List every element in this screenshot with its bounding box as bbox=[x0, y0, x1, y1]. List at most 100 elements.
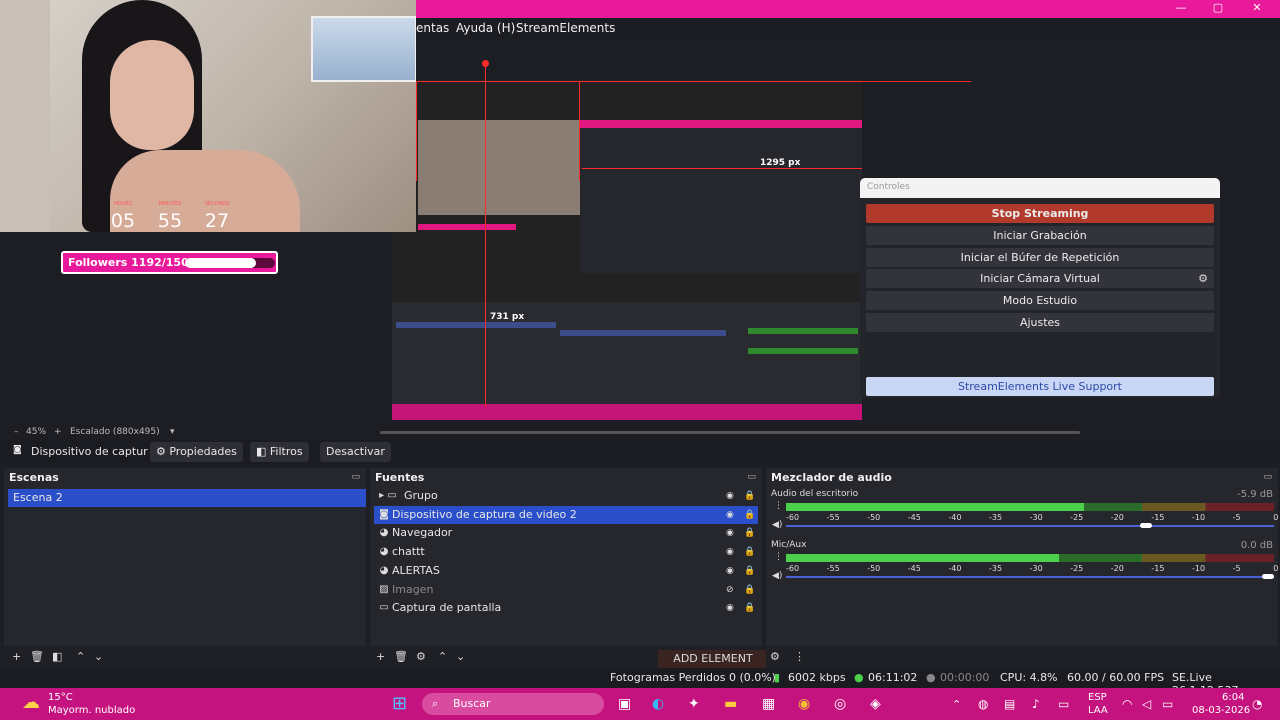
menu-help[interactable]: Ayuda (H) bbox=[456, 21, 515, 35]
db-scale-tick: -40 bbox=[948, 513, 962, 522]
zoom-in-icon[interactable]: + bbox=[54, 427, 62, 437]
tray-display-icon[interactable]: ▭ bbox=[1058, 697, 1069, 711]
clock-date[interactable]: 08-03-2026 bbox=[1192, 705, 1250, 716]
dock-menu-icon[interactable]: ▭ bbox=[1263, 472, 1272, 482]
source-toolbar: ◙ Dispositivo de captur ⚙ Propiedades ◧ … bbox=[0, 440, 1280, 464]
steam-icon[interactable]: ◈ bbox=[870, 696, 881, 712]
obs-icon[interactable]: ◎ bbox=[834, 696, 846, 712]
close-button[interactable]: ✕ bbox=[1247, 1, 1267, 14]
volume-icon[interactable]: ◁ bbox=[1142, 697, 1151, 711]
battery-icon[interactable]: ▭ bbox=[1162, 697, 1173, 711]
lock-icon[interactable]: 🔒 bbox=[744, 581, 755, 599]
chrome-icon[interactable]: ◉ bbox=[798, 696, 810, 712]
channel-menu-icon[interactable]: ⋮ bbox=[774, 501, 783, 511]
remove-scene-icon[interactable]: 🗑 bbox=[30, 650, 44, 663]
source-item[interactable]: ▨ Imagen ⊘ 🔒 bbox=[374, 581, 758, 599]
mixer-menu-icon[interactable]: ⋮ bbox=[794, 650, 805, 663]
lock-icon[interactable]: 🔒 bbox=[744, 487, 755, 505]
microphone-icon[interactable]: ♪ bbox=[1032, 697, 1040, 711]
source-item[interactable]: ◕ ALERTAS ◉ 🔒 bbox=[374, 562, 758, 580]
speaker-icon[interactable]: ◀) bbox=[772, 571, 782, 581]
dock-menu-icon[interactable]: ▭ bbox=[351, 472, 360, 482]
stop-streaming-button[interactable]: Stop Streaming bbox=[866, 204, 1214, 223]
eye-icon[interactable]: ◉ bbox=[726, 487, 734, 505]
db-scale-tick: -30 bbox=[1029, 513, 1043, 522]
channel-menu-icon[interactable]: ⋮ bbox=[774, 552, 783, 562]
mixer-title: Mezclador de audio bbox=[771, 471, 892, 484]
volume-slider-knob[interactable] bbox=[1140, 523, 1152, 528]
lock-icon[interactable]: 🔒 bbox=[744, 524, 755, 542]
lock-icon[interactable]: 🔒 bbox=[744, 562, 755, 580]
tray-app-icon[interactable]: ◍ bbox=[978, 697, 988, 711]
start-icon[interactable]: ⊞ bbox=[392, 693, 407, 714]
copilot-icon[interactable]: ✦ bbox=[688, 696, 700, 712]
taskbar-search[interactable]: ⌕ Buscar bbox=[422, 693, 604, 715]
move-up-icon[interactable]: ⌃ bbox=[438, 650, 447, 663]
start-recording-button[interactable]: Iniciar Grabación bbox=[866, 226, 1214, 245]
settings-button[interactable]: Ajustes bbox=[866, 313, 1214, 332]
add-element-button[interactable]: ADD ELEMENT bbox=[658, 650, 768, 668]
dock-menu-icon[interactable]: ▭ bbox=[747, 472, 756, 482]
replay-buffer-button[interactable]: Iniciar el Búfer de Repetición bbox=[866, 248, 1214, 267]
source-item[interactable]: ▸ ▭ Grupo ◉ 🔒 bbox=[374, 487, 758, 505]
source-settings-icon[interactable]: ⚙ bbox=[416, 650, 426, 663]
notification-icon[interactable]: ◔ bbox=[1252, 697, 1262, 711]
virtual-camera-button[interactable]: Iniciar Cámara Virtual ⚙ bbox=[866, 269, 1214, 288]
db-scale-tick: -35 bbox=[989, 513, 1003, 522]
lock-icon[interactable]: 🔒 bbox=[744, 599, 755, 617]
menu-tools[interactable]: entas bbox=[416, 21, 449, 35]
eye-icon[interactable]: ◉ bbox=[726, 524, 734, 542]
edge-icon[interactable]: ◐ bbox=[652, 696, 664, 712]
tray-app2-icon[interactable]: ▤ bbox=[1004, 697, 1015, 711]
eye-icon[interactable]: ◉ bbox=[726, 562, 734, 580]
lang-line2[interactable]: LAA bbox=[1088, 705, 1108, 716]
add-scene-icon[interactable]: + bbox=[12, 650, 21, 663]
scene-filter-icon[interactable]: ◧ bbox=[52, 650, 62, 663]
transform-handle[interactable] bbox=[482, 60, 489, 67]
gear-icon[interactable]: ⚙ bbox=[1198, 269, 1208, 288]
volume-slider[interactable] bbox=[786, 523, 1274, 528]
minimize-button[interactable]: — bbox=[1171, 1, 1191, 14]
source-item[interactable]: ◕ Navegador ◉ 🔒 bbox=[374, 524, 758, 542]
tray-chevron-icon[interactable]: ⌃ bbox=[952, 698, 961, 711]
source-item[interactable]: ◙ Dispositivo de captura de video 2 ◉ 🔒 bbox=[374, 505, 758, 524]
move-up-icon[interactable]: ⌃ bbox=[76, 650, 85, 663]
scene-item[interactable]: Escena 2 bbox=[8, 489, 366, 507]
remove-source-icon[interactable]: 🗑 bbox=[394, 650, 408, 663]
chevron-down-icon[interactable]: ▾ bbox=[170, 427, 175, 437]
maximize-button[interactable]: ▢ bbox=[1208, 1, 1228, 14]
live-support-button[interactable]: StreamElements Live Support bbox=[866, 377, 1214, 396]
task-view-icon[interactable]: ▣ bbox=[618, 696, 631, 712]
eye-off-icon[interactable]: ⊘ bbox=[726, 581, 734, 599]
speaker-icon[interactable]: ◀) bbox=[772, 520, 782, 530]
file-explorer-icon[interactable]: ▬ bbox=[724, 696, 737, 712]
move-down-icon[interactable]: ⌄ bbox=[94, 650, 103, 663]
source-item[interactable]: ▭ Captura de pantalla ◉ 🔒 bbox=[374, 599, 758, 617]
lock-icon[interactable]: 🔒 bbox=[744, 506, 755, 524]
volume-slider-knob[interactable] bbox=[1262, 574, 1274, 579]
clock-time[interactable]: 6:04 bbox=[1222, 692, 1244, 703]
store-icon[interactable]: ▦ bbox=[762, 696, 775, 712]
eye-icon[interactable]: ◉ bbox=[726, 599, 734, 617]
studio-mode-button[interactable]: Modo Estudio bbox=[866, 291, 1214, 310]
advanced-audio-icon[interactable]: ⚙ bbox=[770, 650, 780, 663]
zoom-out-icon[interactable]: – bbox=[14, 427, 19, 437]
wifi-icon[interactable]: ◠ bbox=[1122, 697, 1132, 711]
filters-button[interactable]: ◧ Filtros bbox=[250, 442, 309, 462]
scaling-label[interactable]: Escalado (880x495) bbox=[70, 427, 160, 437]
volume-slider[interactable] bbox=[786, 574, 1274, 579]
weather-icon[interactable]: ☁ bbox=[22, 692, 40, 713]
lock-icon[interactable]: 🔒 bbox=[744, 543, 755, 561]
db-scale-tick: -60 bbox=[786, 564, 800, 573]
properties-button[interactable]: ⚙ Propiedades bbox=[150, 442, 243, 462]
menu-streamelements[interactable]: StreamElements bbox=[516, 21, 615, 35]
deactivate-button[interactable]: Desactivar bbox=[320, 442, 391, 462]
move-down-icon[interactable]: ⌄ bbox=[456, 650, 465, 663]
source-item[interactable]: ◕ chattt ◉ 🔒 bbox=[374, 543, 758, 561]
eye-icon[interactable]: ◉ bbox=[726, 506, 734, 524]
preview-scrollbar[interactable] bbox=[380, 431, 1080, 434]
properties-label: Propiedades bbox=[169, 445, 237, 458]
eye-icon[interactable]: ◉ bbox=[726, 543, 734, 561]
add-source-icon[interactable]: + bbox=[376, 650, 385, 663]
lang-line1[interactable]: ESP bbox=[1088, 692, 1107, 703]
